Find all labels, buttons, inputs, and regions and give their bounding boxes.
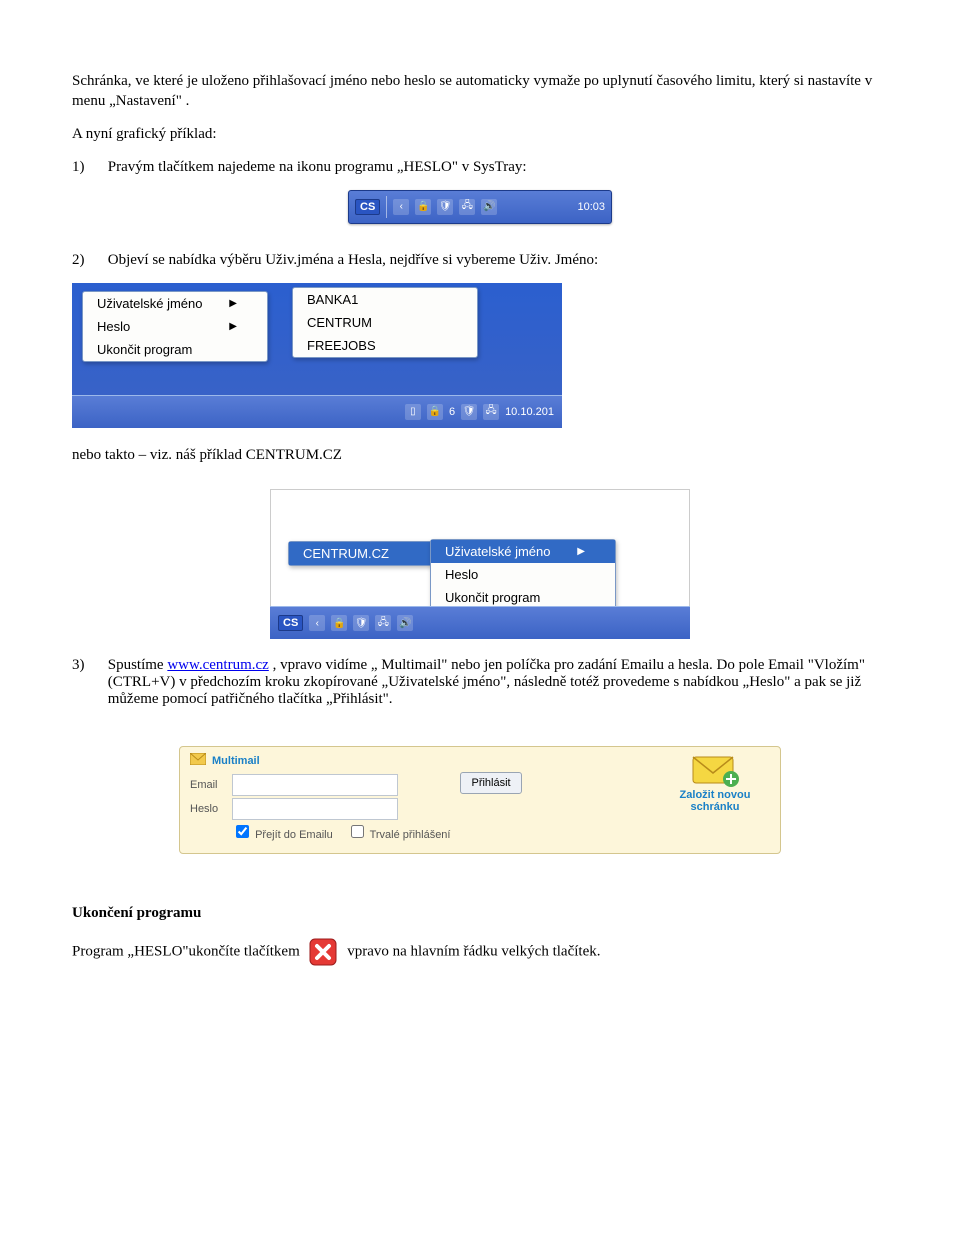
password-label: Heslo	[190, 803, 226, 815]
tray-icon: ▯	[405, 404, 421, 420]
email-field[interactable]	[232, 774, 398, 796]
ending-line: Program „HESLO"ukončíte tlačítkem vpravo…	[72, 938, 888, 966]
submenu-item[interactable]: CENTRUM	[293, 311, 477, 334]
shield-icon: 🛡	[437, 199, 453, 215]
tray-icon: 🖧	[375, 615, 391, 631]
tray-icon: 🛡	[353, 615, 369, 631]
network-icon: 🖧	[459, 199, 475, 215]
step2-number: 2)	[72, 252, 104, 269]
step1-text: Pravým tlačítkem najedeme na ikonu progr…	[108, 159, 888, 176]
step2-text: Objeví se nabídka výběru Uživ.jména a He…	[108, 252, 888, 269]
submenu-password[interactable]: Heslo	[431, 563, 615, 586]
new-mailbox-label-1: Založit novou	[660, 789, 770, 801]
step1-number: 1)	[72, 159, 104, 176]
step3-text: Spustíme www.centrum.cz , vpravo vidíme …	[108, 657, 888, 708]
lock-icon: 🔒	[415, 199, 431, 215]
volume-icon: 🔊	[481, 199, 497, 215]
submenu-item[interactable]: FREEJOBS	[293, 334, 477, 357]
menu-item-label: CENTRUM.CZ	[303, 546, 389, 561]
password-field[interactable]	[232, 798, 398, 820]
menu-item-label: Uživatelské jméno	[445, 544, 551, 559]
multimail-title: Multimail	[212, 755, 260, 767]
submenu-username[interactable]: Uživatelské jméno ▶	[431, 540, 615, 563]
systray-screenshot: CS ‹ 🔒 🛡 🖧 🔊 10:03	[348, 190, 612, 224]
tray-icon: 🖧	[483, 404, 499, 420]
submenu-item[interactable]: BANKA1	[293, 288, 477, 311]
tray-icon: 🔒	[331, 615, 347, 631]
language-badge: CS	[355, 199, 380, 215]
tray-icon: 🛡	[461, 404, 477, 420]
menu-item-label: Heslo	[97, 319, 130, 334]
multimail-widget: Multimail Email Heslo Přejít do Emailu T…	[179, 746, 781, 854]
login-button[interactable]: Přihlásit	[460, 772, 521, 794]
context-menu-screenshot-1: Uživatelské jméno ▶ Heslo ▶ Ukončit prog…	[72, 283, 562, 428]
centrum-link[interactable]: www.centrum.cz	[167, 657, 268, 673]
intro-paragraph-1: Schránka, ve které je uloženo přihlašova…	[72, 72, 888, 111]
email-label: Email	[190, 779, 226, 791]
menu-item-label: Heslo	[445, 567, 478, 582]
menu-item-exit[interactable]: Ukončit program	[83, 338, 267, 361]
systray-time: 10:03	[577, 201, 605, 213]
checkbox-goto-email[interactable]: Přejít do Emailu	[232, 822, 333, 841]
menu-item-password[interactable]: Heslo ▶	[83, 315, 267, 338]
chevron-icon: ‹	[309, 615, 325, 631]
tray-date: 10.10.201	[505, 406, 554, 418]
checkbox-persistent-login[interactable]: Trvalé přihlášení	[347, 822, 451, 841]
language-badge: CS	[278, 615, 303, 631]
close-icon[interactable]	[309, 938, 337, 966]
mid-paragraph: nebo takto – viz. náš příklad CENTRUM.CZ	[72, 446, 888, 466]
mail-icon	[190, 753, 206, 768]
ending-title: Ukončení programu	[72, 904, 888, 924]
chevron-icon: ‹	[393, 199, 409, 215]
submenu-arrow-icon: ▶	[577, 546, 585, 557]
new-mailbox-label-2: schránku	[660, 801, 770, 813]
menu-item-label: Ukončit program	[445, 590, 540, 605]
intro-paragraph-2: A nyní grafický příklad:	[72, 125, 888, 145]
context-menu-screenshot-2: CENTRUM.CZ ▶ Uživatelské jméno ▶ Heslo U…	[270, 489, 690, 639]
step3-number: 3)	[72, 657, 104, 674]
menu-item-label: Ukončit program	[97, 342, 192, 357]
tray-icon: 🔒	[427, 404, 443, 420]
submenu-arrow-icon: ▶	[229, 298, 237, 309]
tray-icon: 🔊	[397, 615, 413, 631]
submenu-arrow-icon: ▶	[229, 321, 237, 332]
new-mailbox-icon[interactable]	[691, 753, 739, 787]
menu-item-username[interactable]: Uživatelské jméno ▶	[83, 292, 267, 315]
tray-count: 6	[449, 406, 455, 418]
menu-item-label: Uživatelské jméno	[97, 296, 203, 311]
